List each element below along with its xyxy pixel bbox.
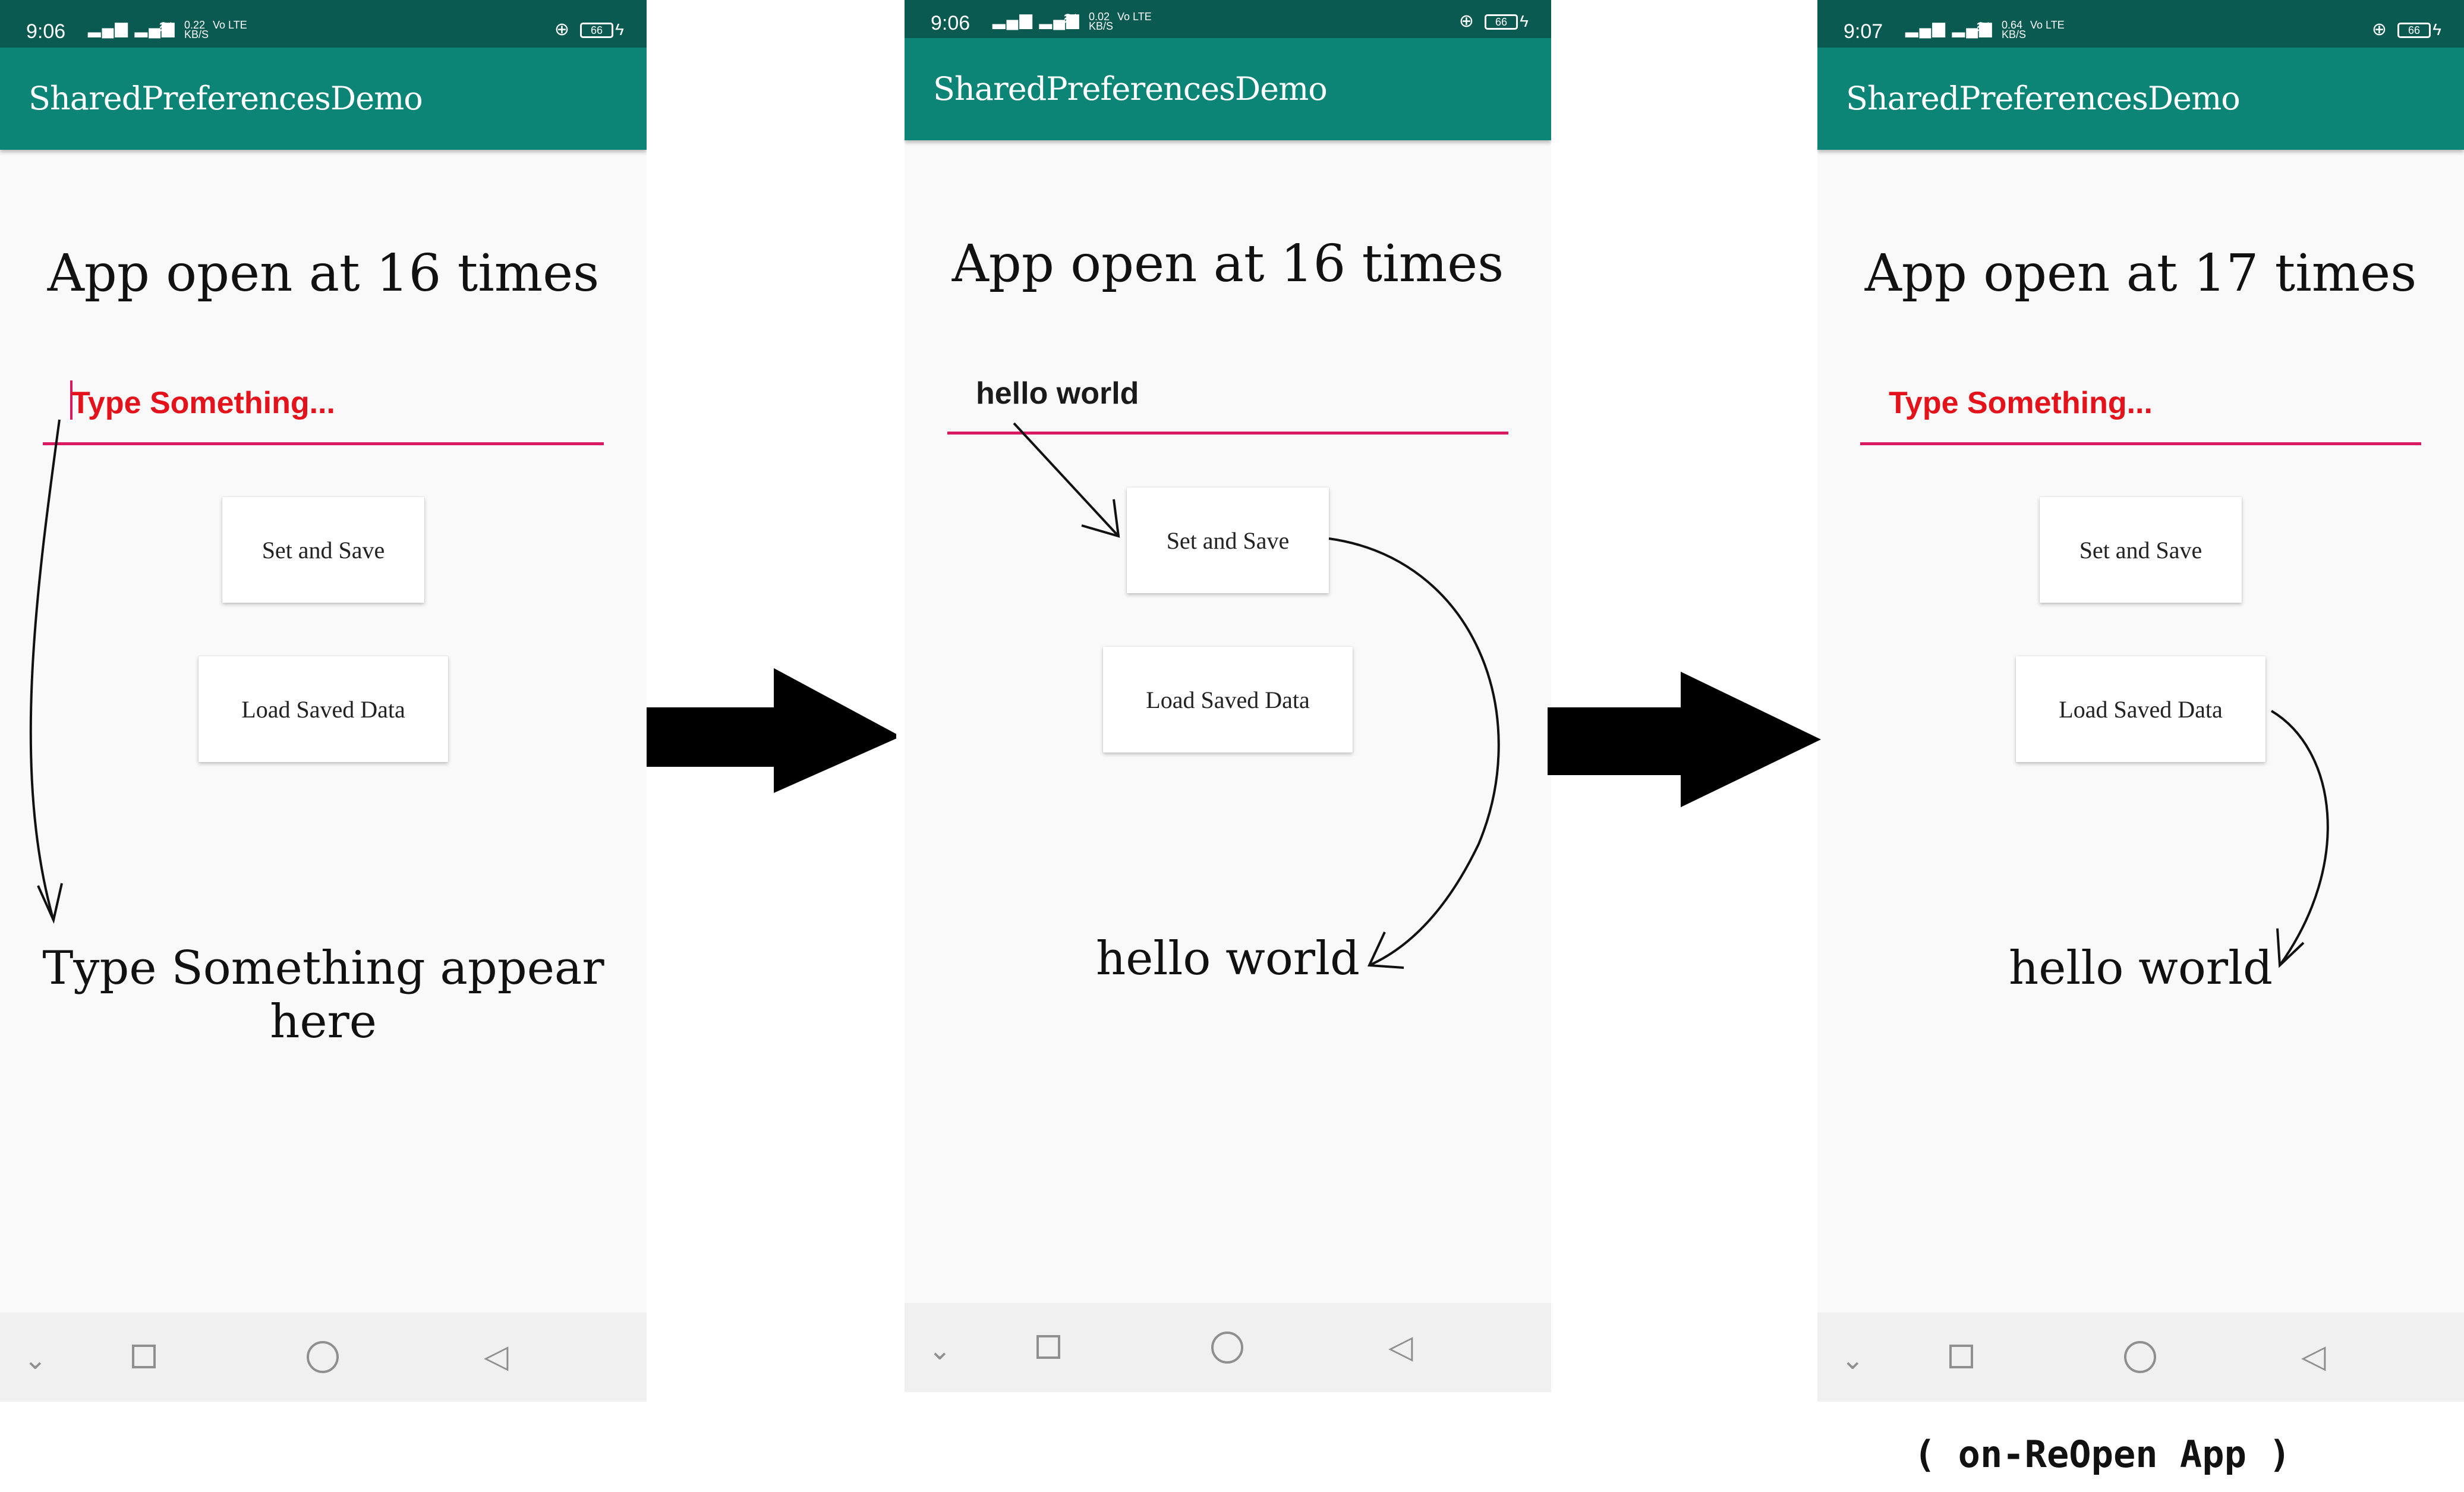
nav-back-icon[interactable]: ◁ xyxy=(2301,1337,2326,1375)
set-and-save-button[interactable]: Set and Save xyxy=(222,497,424,603)
status-time: 9:06 xyxy=(931,12,971,34)
text-input-placeholder[interactable]: Type Something... xyxy=(71,385,335,421)
wifi-icon: ≋ xyxy=(1975,17,1991,37)
load-saved-data-button[interactable]: Load Saved Data xyxy=(198,656,448,762)
lock-icon: ⊕ xyxy=(554,20,569,39)
nav-down-icon[interactable]: ⌄ xyxy=(24,1343,47,1375)
app-title: SharedPreferencesDemo xyxy=(29,80,423,117)
nav-bar: ⌄ ◁ xyxy=(905,1303,1551,1392)
status-time: 9:07 xyxy=(1844,20,1883,43)
charging-icon: ϟ xyxy=(2433,20,2441,39)
app-bar: SharedPreferencesDemo xyxy=(905,38,1551,140)
nav-home-icon[interactable] xyxy=(307,1341,339,1373)
load-saved-data-button[interactable]: Load Saved Data xyxy=(2016,656,2266,762)
phone-screen-3: 9:07 ▂▄▆ ▂▄▆ ≋ 0.64 KB/S Vo LTE ⊕ 66 ϟ S… xyxy=(1817,0,2464,1402)
app-title: SharedPreferencesDemo xyxy=(933,70,1328,108)
volte-indicator: Vo LTE xyxy=(213,19,247,31)
nav-home-icon[interactable] xyxy=(2124,1341,2156,1373)
charging-icon: ϟ xyxy=(615,20,624,39)
app-bar: SharedPreferencesDemo xyxy=(1817,48,2464,150)
text-input-value[interactable]: hello world xyxy=(976,376,1139,411)
nav-recents-icon[interactable] xyxy=(132,1345,156,1368)
volte-indicator: Vo LTE xyxy=(2030,19,2065,31)
battery-icon: 66 xyxy=(2397,23,2431,38)
status-bar: 9:07 ▂▄▆ ▂▄▆ ≋ 0.64 KB/S Vo LTE ⊕ 66 ϟ xyxy=(1817,0,2464,48)
text-input[interactable] xyxy=(1860,442,2421,445)
battery-icon: 66 xyxy=(580,23,613,38)
flow-arrow-icon xyxy=(1548,672,1821,807)
load-saved-data-button[interactable]: Load Saved Data xyxy=(1103,647,1353,753)
phone-screen-2: 9:06 ▂▄▆ ▂▄▆ ≋ 0.02 KB/S Vo LTE ⊕ 66 ϟ S… xyxy=(905,0,1551,1392)
set-and-save-button[interactable]: Set and Save xyxy=(2040,497,2242,603)
open-count-headline: App open at 17 times xyxy=(1864,244,2417,303)
nav-down-icon[interactable]: ⌄ xyxy=(928,1334,951,1366)
set-and-save-button[interactable]: Set and Save xyxy=(1127,487,1329,593)
result-text: hello world xyxy=(1096,932,1360,986)
nav-down-icon[interactable]: ⌄ xyxy=(1841,1343,1864,1375)
charging-icon: ϟ xyxy=(1520,12,1529,30)
phone-screen-1: 9:06 ▂▄▆ ▂▄▆ ≋ 0.22 KB/S Vo LTE ⊕ 66 ϟ S… xyxy=(0,0,647,1402)
wifi-icon: ≋ xyxy=(158,17,174,37)
app-bar: SharedPreferencesDemo xyxy=(0,48,647,150)
nav-home-icon[interactable] xyxy=(1211,1332,1243,1364)
text-input[interactable] xyxy=(947,432,1508,435)
nav-bar: ⌄ ◁ xyxy=(1817,1312,2464,1402)
status-bar: 9:06 ▂▄▆ ▂▄▆ ≋ 0.22 KB/S Vo LTE ⊕ 66 ϟ xyxy=(0,0,647,48)
network-speed: 0.02 KB/S xyxy=(1089,11,1114,32)
nav-back-icon[interactable]: ◁ xyxy=(484,1337,509,1375)
caption-reopen: ( on-ReOpen App ) xyxy=(1914,1433,2291,1476)
open-count-headline: App open at 16 times xyxy=(47,244,600,303)
network-speed: 0.22 KB/S xyxy=(184,19,209,40)
lock-icon: ⊕ xyxy=(1458,11,1474,31)
app-title: SharedPreferencesDemo xyxy=(1846,80,2241,117)
result-text: Type Something appear here xyxy=(42,942,604,1049)
battery-icon: 66 xyxy=(1485,14,1518,30)
result-text: hello world xyxy=(2009,942,2273,995)
nav-back-icon[interactable]: ◁ xyxy=(1388,1328,1413,1365)
nav-recents-icon[interactable] xyxy=(1036,1335,1060,1359)
network-speed: 0.64 KB/S xyxy=(2002,19,2027,40)
flow-arrow-icon xyxy=(647,668,896,793)
status-time: 9:06 xyxy=(26,20,66,43)
open-count-headline: App open at 16 times xyxy=(951,234,1504,294)
text-input[interactable] xyxy=(43,442,604,445)
nav-recents-icon[interactable] xyxy=(1949,1345,1973,1368)
text-input-placeholder[interactable]: Type Something... xyxy=(1889,385,2153,421)
status-bar: 9:06 ▂▄▆ ▂▄▆ ≋ 0.02 KB/S Vo LTE ⊕ 66 ϟ xyxy=(905,0,1551,38)
nav-bar: ⌄ ◁ xyxy=(0,1312,647,1402)
lock-icon: ⊕ xyxy=(2371,20,2387,39)
wifi-icon: ≋ xyxy=(1063,9,1078,29)
volte-indicator: Vo LTE xyxy=(1117,11,1152,23)
